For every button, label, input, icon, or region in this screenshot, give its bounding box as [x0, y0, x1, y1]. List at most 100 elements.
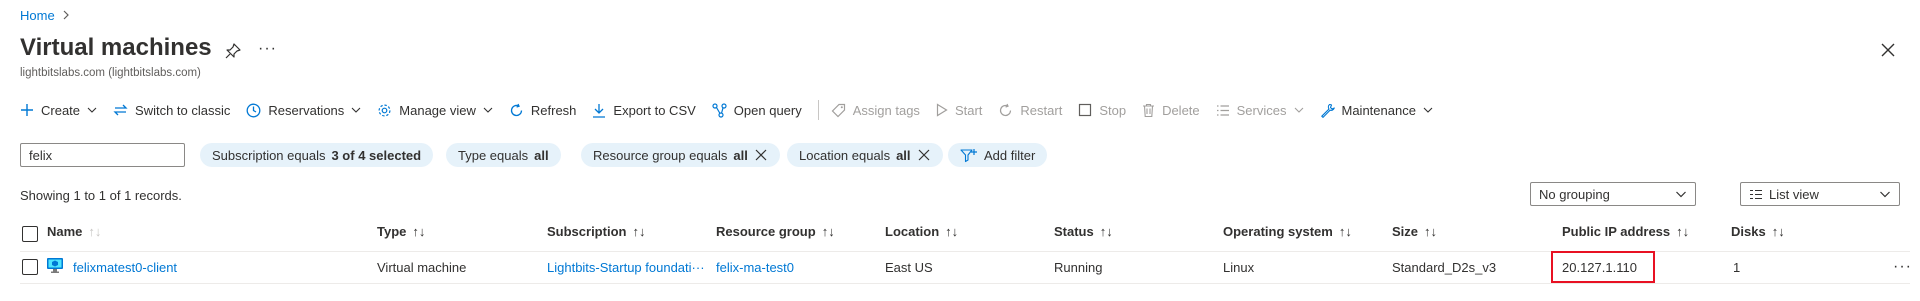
- select-all-checkbox[interactable]: [22, 226, 38, 242]
- pin-icon[interactable]: [224, 42, 242, 60]
- type-filter-pill[interactable]: Type equals all: [446, 143, 561, 167]
- column-type-label: Type: [377, 224, 407, 239]
- column-header-disks[interactable]: Disks ↑↓: [1731, 224, 1785, 239]
- sort-icon: ↑↓: [1676, 224, 1690, 239]
- sort-icon: ↑↓: [1771, 224, 1785, 239]
- location-filter-pill[interactable]: Location equals all: [787, 143, 943, 167]
- wrench-icon: [1320, 103, 1335, 118]
- play-icon: [936, 103, 948, 117]
- vm-type-cell: Virtual machine: [377, 260, 467, 275]
- sort-icon: ↑↓: [632, 224, 646, 239]
- sort-icon: ↑↓: [1424, 224, 1438, 239]
- reservations-button[interactable]: Reservations: [246, 103, 361, 118]
- open-query-label: Open query: [733, 102, 802, 118]
- row-divider: [20, 283, 1910, 284]
- chevron-down-icon: [87, 107, 97, 113]
- os-cell: Linux: [1223, 260, 1255, 275]
- chevron-down-icon: [1676, 191, 1686, 198]
- column-subscription-label: Subscription: [547, 224, 627, 239]
- query-icon: [712, 102, 727, 118]
- column-header-size[interactable]: Size ↑↓: [1392, 224, 1437, 239]
- location-cell: East US: [885, 260, 933, 275]
- view-dropdown[interactable]: List view: [1740, 182, 1900, 206]
- refresh-button[interactable]: Refresh: [509, 102, 577, 118]
- view-value: List view: [1769, 186, 1819, 202]
- subscription-filter-value: 3 of 4 selected: [331, 147, 422, 163]
- command-bar: Create Switch to classic Reservations Ma…: [20, 98, 1449, 122]
- close-icon[interactable]: [1878, 40, 1898, 60]
- type-filter-label: Type equals: [458, 147, 529, 163]
- page-subtitle: lightbitslabs.com (lightbitslabs.com): [20, 67, 201, 79]
- stop-label: Stop: [1099, 102, 1127, 118]
- assign-tags-button[interactable]: Assign tags: [831, 103, 920, 118]
- refresh-label: Refresh: [530, 102, 577, 118]
- create-button[interactable]: Create: [20, 103, 97, 118]
- start-label: Start: [954, 102, 983, 118]
- column-header-name[interactable]: Name ↑↓: [47, 224, 101, 239]
- column-header-public-ip[interactable]: Public IP address ↑↓: [1562, 224, 1689, 239]
- add-filter-button[interactable]: Add filter: [948, 143, 1048, 167]
- subscription-link[interactable]: Lightbits-Startup foundati···: [547, 260, 705, 275]
- remove-filter-icon[interactable]: [754, 148, 768, 162]
- subscription-filter-pill[interactable]: Subscription equals 3 of 4 selected: [200, 143, 434, 167]
- type-filter-value: all: [534, 147, 549, 163]
- filter-search-input[interactable]: [20, 143, 185, 167]
- assign-tags-label: Assign tags: [852, 102, 920, 118]
- switch-to-classic-button[interactable]: Switch to classic: [113, 103, 230, 118]
- column-header-subscription[interactable]: Subscription ↑↓: [547, 224, 645, 239]
- clock-icon: [246, 103, 261, 117]
- chevron-down-icon: [351, 107, 361, 113]
- sort-icon: ↑↓: [1338, 224, 1352, 239]
- grouping-value: No grouping: [1539, 186, 1610, 202]
- more-options-button[interactable]: ···: [258, 40, 277, 58]
- column-header-location[interactable]: Location ↑↓: [885, 224, 958, 239]
- chevron-down-icon: [1294, 107, 1303, 113]
- add-filter-icon: [960, 148, 977, 162]
- column-header-type[interactable]: Type ↑↓: [377, 224, 425, 239]
- stop-button[interactable]: Stop: [1078, 103, 1126, 118]
- export-to-csv-button[interactable]: Export to CSV: [592, 102, 696, 118]
- row-more-options-button[interactable]: ···: [1893, 258, 1912, 276]
- delete-button[interactable]: Delete: [1142, 103, 1200, 118]
- services-button[interactable]: Services: [1216, 103, 1304, 118]
- column-header-os[interactable]: Operating system ↑↓: [1223, 224, 1352, 239]
- chevron-right-icon: [61, 9, 71, 23]
- location-filter-value: all: [896, 147, 911, 163]
- resource-group-filter-label: Resource group equals: [593, 147, 728, 163]
- vm-name-link[interactable]: felixmatest0-client: [73, 260, 177, 275]
- location-filter-label: Location equals: [799, 147, 891, 163]
- manage-view-button[interactable]: Manage view: [377, 103, 493, 118]
- records-count: Showing 1 to 1 of 1 records.: [20, 188, 182, 203]
- start-button[interactable]: Start: [936, 103, 982, 118]
- column-name-label: Name: [47, 224, 83, 239]
- remove-filter-icon[interactable]: [917, 148, 931, 162]
- column-header-resource-group[interactable]: Resource group ↑↓: [716, 224, 835, 239]
- ip-highlight-box: [1551, 251, 1655, 283]
- manage-view-label: Manage view: [399, 102, 476, 118]
- virtual-machine-icon: [46, 257, 64, 277]
- breadcrumb-home-link[interactable]: Home: [20, 8, 55, 23]
- sort-icon: ↑↓: [945, 224, 959, 239]
- status-cell: Running: [1054, 260, 1103, 275]
- toolbar-divider: [817, 100, 819, 120]
- maintenance-button[interactable]: Maintenance: [1320, 103, 1433, 118]
- disks-cell: 1: [1733, 260, 1741, 275]
- resource-group-link[interactable]: felix-ma-test0: [716, 260, 794, 275]
- delete-label: Delete: [1162, 102, 1200, 118]
- chevron-down-icon: [483, 107, 493, 113]
- chevron-down-icon: [1423, 107, 1433, 113]
- restart-button[interactable]: Restart: [998, 103, 1062, 118]
- resource-group-filter-pill[interactable]: Resource group equals all: [581, 143, 780, 167]
- column-status-label: Status: [1054, 224, 1094, 239]
- open-query-button[interactable]: Open query: [712, 103, 802, 118]
- column-size-label: Size: [1392, 224, 1419, 239]
- reservations-label: Reservations: [268, 102, 345, 118]
- sort-icon: ↑↓: [1099, 224, 1113, 239]
- column-header-status[interactable]: Status ↑↓: [1054, 224, 1113, 239]
- grouping-dropdown[interactable]: No grouping: [1530, 182, 1696, 206]
- row-checkbox[interactable]: [22, 259, 38, 275]
- download-icon: [593, 103, 606, 118]
- restart-icon: [1000, 103, 1012, 116]
- list-icon: [1216, 104, 1229, 116]
- export-to-csv-label: Export to CSV: [613, 102, 696, 118]
